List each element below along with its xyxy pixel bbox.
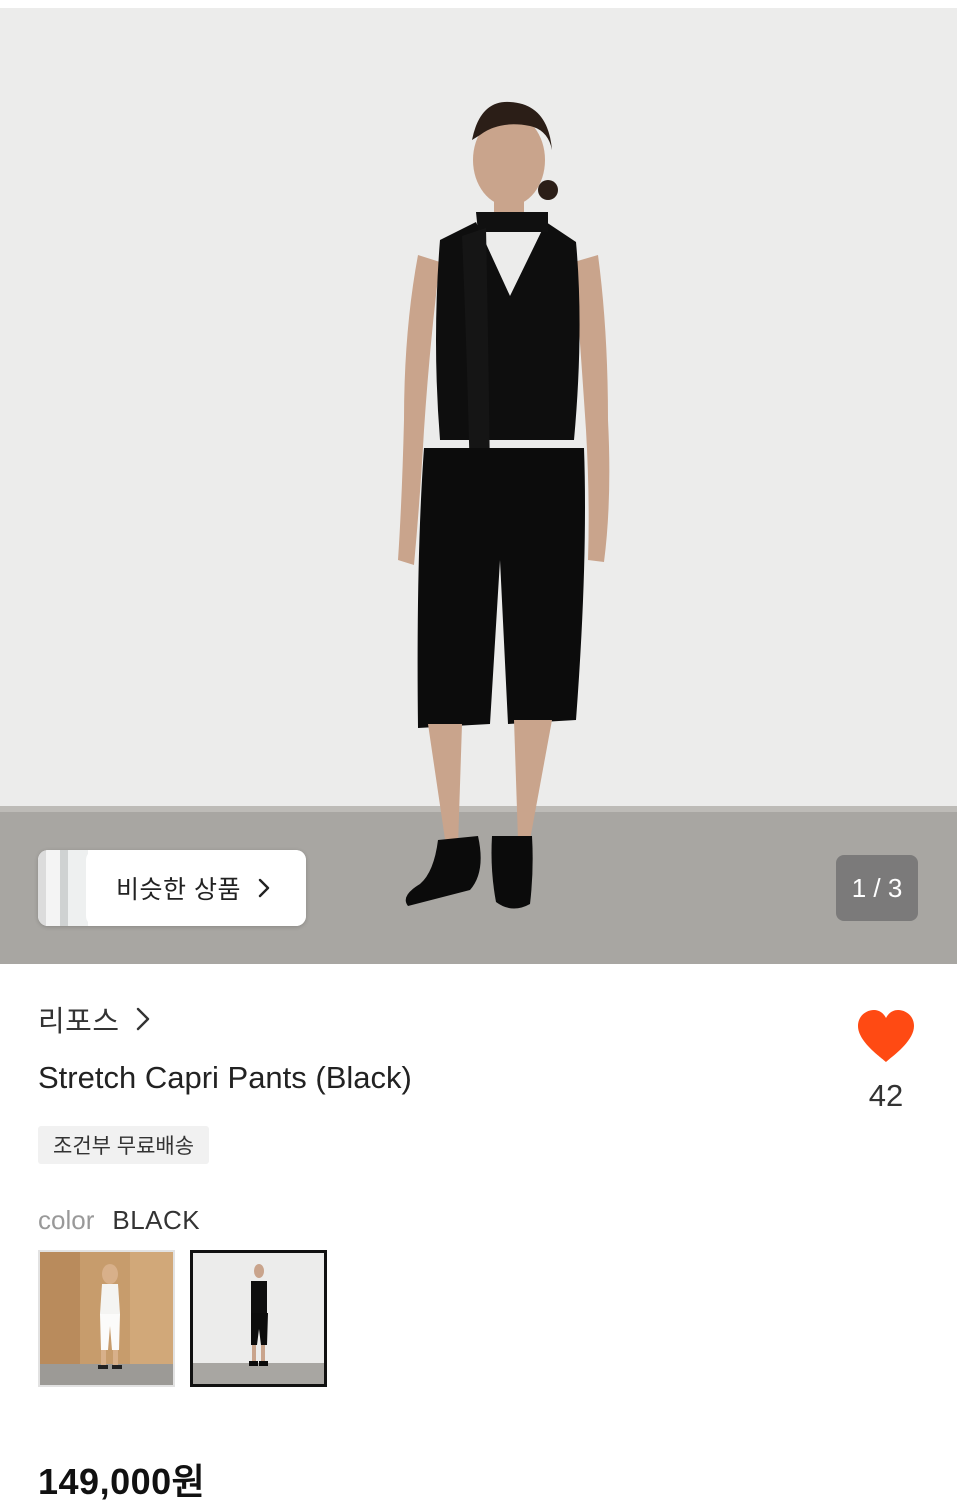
heart-icon [858, 1010, 914, 1062]
color-option-row: color BLACK [38, 1205, 200, 1236]
shipping-badge: 조건부 무료배송 [38, 1126, 210, 1164]
color-value: BLACK [112, 1205, 201, 1235]
color-label: color [38, 1205, 95, 1235]
chevron-right-icon [258, 878, 270, 898]
similar-products-thumbnail [38, 850, 88, 926]
chevron-right-icon [136, 1007, 149, 1031]
product-price: 149,000원 [38, 1461, 206, 1500]
product-title: Stretch Capri Pants (Black) [38, 1060, 412, 1095]
similar-products-card: 비슷한 상품 [86, 850, 306, 926]
product-page: 비슷한 상품 1 / 3 리포스 Stretch Capri Pants (Bl… [0, 0, 957, 1500]
image-counter: 1 / 3 [836, 855, 918, 921]
similar-products-label: 비슷한 상품 [116, 876, 241, 904]
color-swatch-white[interactable] [38, 1250, 175, 1387]
brand-name: 리포스 [38, 1006, 120, 1038]
product-image-gallery[interactable]: 비슷한 상품 1 / 3 [0, 0, 957, 964]
like-count: 42 [868, 1078, 904, 1113]
color-swatch-black[interactable] [190, 1250, 327, 1387]
brand-link[interactable]: 리포스 [38, 998, 154, 1040]
swatch-photo-black [193, 1253, 324, 1384]
swatch-photo-white [40, 1252, 173, 1385]
like-button[interactable]: 42 [848, 1006, 924, 1116]
similar-products-button[interactable]: 비슷한 상품 [38, 850, 306, 926]
product-main-photo [0, 0, 957, 964]
